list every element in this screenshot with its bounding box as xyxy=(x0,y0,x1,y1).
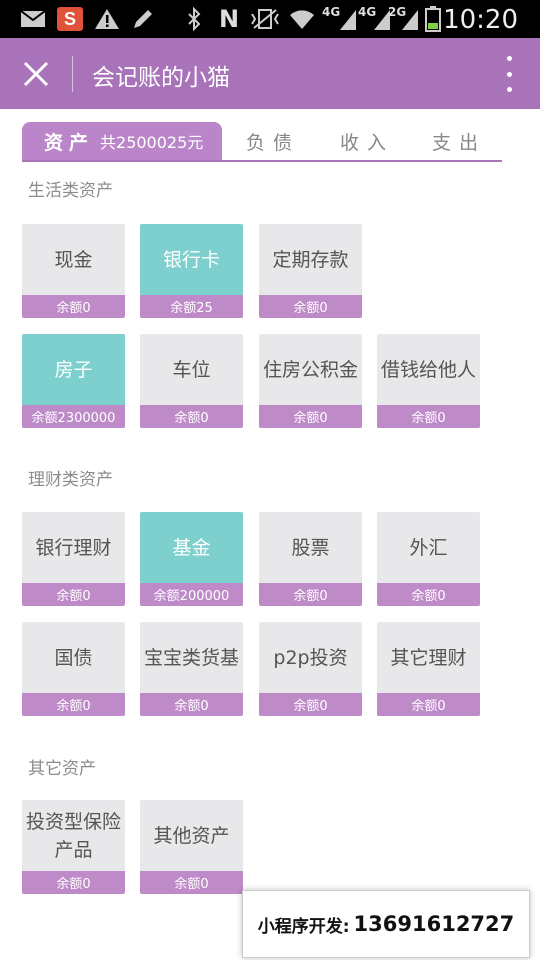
asset-card[interactable]: 定期存款 余额0 xyxy=(259,224,362,318)
asset-balance: 余额0 xyxy=(22,693,125,716)
more-vert-icon xyxy=(506,87,512,92)
close-icon xyxy=(23,61,49,87)
asset-card[interactable]: 其它理财 余额0 xyxy=(377,622,480,716)
page-title: 会记账的小猫 xyxy=(92,65,230,91)
assets-total: 共2500025元 xyxy=(100,133,204,152)
asset-balance: 余额0 xyxy=(22,295,125,318)
section-title: 其它资产 xyxy=(28,759,96,779)
asset-name: 车位 xyxy=(172,358,211,381)
asset-name: 银行理财 xyxy=(35,536,112,559)
asset-card[interactable]: 住房公积金 余额0 xyxy=(259,334,362,428)
asset-card[interactable]: 银行卡 余额25 xyxy=(140,224,243,318)
clock: 10:20 xyxy=(443,5,518,35)
asset-name: 住房公积金 xyxy=(262,358,358,381)
signal-icon xyxy=(340,7,356,31)
asset-card[interactable]: 借钱给他人 余额0 xyxy=(377,334,480,428)
asset-balance: 余额0 xyxy=(259,405,362,428)
asset-card[interactable]: 现金 余额0 xyxy=(22,224,125,318)
asset-balance: 余额0 xyxy=(140,871,243,894)
more-vert-icon xyxy=(506,56,512,61)
asset-card[interactable]: 投资型保险产品 余额0 xyxy=(22,800,125,894)
asset-card[interactable]: 房子 余额2300000 xyxy=(22,334,125,428)
wifi-icon xyxy=(288,7,316,31)
tab-bar: 资产 共2500025元 负债 收入 支出 xyxy=(22,122,502,162)
asset-balance: 余额0 xyxy=(22,583,125,606)
asset-card[interactable]: 银行理财 余额0 xyxy=(22,512,125,606)
asset-name: 外汇 xyxy=(409,536,448,559)
battery-icon xyxy=(424,6,442,32)
asset-balance: 余额0 xyxy=(259,583,362,606)
tab-liabilities[interactable]: 负债 xyxy=(246,128,300,155)
sohu-icon: S xyxy=(56,7,84,31)
asset-name: 借钱给他人 xyxy=(380,358,476,381)
nfc-icon: N xyxy=(218,5,240,33)
tab-expense[interactable]: 支出 xyxy=(432,128,486,155)
asset-card[interactable]: 股票 余额0 xyxy=(259,512,362,606)
asset-name: 基金 xyxy=(172,536,211,559)
asset-card[interactable]: 外汇 余额0 xyxy=(377,512,480,606)
promo-label: 小程序开发: xyxy=(257,916,350,937)
asset-name: 定期存款 xyxy=(272,248,349,271)
asset-name: 股票 xyxy=(291,536,330,559)
asset-balance: 余额0 xyxy=(377,693,480,716)
asset-card[interactable]: 国债 余额0 xyxy=(22,622,125,716)
promo-phone: 13691612727 xyxy=(353,912,515,936)
asset-balance: 余额25 xyxy=(140,295,243,318)
asset-balance: 余额0 xyxy=(377,583,480,606)
vibrate-icon xyxy=(250,7,280,31)
svg-text:S: S xyxy=(64,9,76,29)
signal-icon xyxy=(402,7,418,31)
asset-balance: 余额200000 xyxy=(140,583,243,606)
asset-balance: 余额0 xyxy=(259,295,362,318)
more-button[interactable] xyxy=(502,56,516,92)
asset-name: 投资型保险产品 xyxy=(25,810,121,861)
asset-balance: 余额0 xyxy=(140,693,243,716)
asset-name: 国债 xyxy=(54,646,93,669)
mail-icon xyxy=(20,7,46,31)
status-bar: S N 4G 4G 2G 10:20 xyxy=(0,0,540,38)
asset-name: 房子 xyxy=(54,358,93,381)
asset-balance: 余额0 xyxy=(22,871,125,894)
warning-icon xyxy=(94,7,120,31)
tab-assets[interactable]: 资产 共2500025元 xyxy=(22,122,222,160)
asset-name: 其它理财 xyxy=(390,646,467,669)
asset-card[interactable]: 车位 余额0 xyxy=(140,334,243,428)
asset-card[interactable]: 其他资产 余额0 xyxy=(140,800,243,894)
app-header: 会记账的小猫 xyxy=(0,38,540,109)
asset-card[interactable]: 宝宝类货基 余额0 xyxy=(140,622,243,716)
asset-name: 银行卡 xyxy=(162,248,220,271)
asset-balance: 余额0 xyxy=(140,405,243,428)
asset-name: 其他资产 xyxy=(153,824,230,847)
header-divider xyxy=(72,56,73,92)
pen-icon xyxy=(130,7,156,31)
asset-balance: 余额0 xyxy=(377,405,480,428)
asset-balance: 余额2300000 xyxy=(22,405,125,428)
tab-income[interactable]: 收入 xyxy=(340,128,394,155)
close-button[interactable] xyxy=(16,54,56,94)
section-title: 生活类资产 xyxy=(28,181,113,201)
more-vert-icon xyxy=(506,71,512,77)
asset-name: 宝宝类货基 xyxy=(143,646,239,669)
asset-card[interactable]: p2p投资 余额0 xyxy=(259,622,362,716)
asset-balance: 余额0 xyxy=(259,693,362,716)
bluetooth-icon xyxy=(184,7,204,31)
network-label: 4G xyxy=(322,5,341,19)
promo-banner: 小程序开发: 13691612727 xyxy=(242,890,530,958)
asset-name: 现金 xyxy=(54,248,93,271)
asset-card[interactable]: 基金 余额200000 xyxy=(140,512,243,606)
section-title: 理财类资产 xyxy=(28,470,113,490)
asset-name: p2p投资 xyxy=(273,646,348,669)
tab-label: 资产 xyxy=(44,131,95,154)
